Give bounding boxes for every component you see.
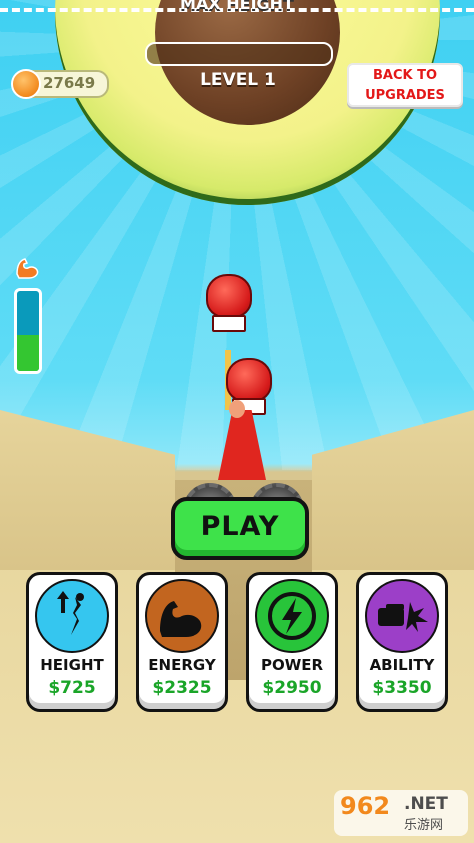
back-to-upgrades-button[interactable]: BACK TO UPGRADES <box>347 63 463 107</box>
play-button[interactable]: PLAY <box>171 497 309 560</box>
level-progress-bar <box>145 42 333 66</box>
site-watermark: 962 .NET 乐游网 <box>334 790 468 836</box>
play-button-label: PLAY <box>200 511 280 542</box>
upgrade-card-power[interactable]: POWER $2950 <box>246 572 338 712</box>
back-button-line-1: BACK TO <box>372 68 438 83</box>
coin-counter: 27649 <box>11 69 109 99</box>
upgrade-title-power: POWER <box>260 656 324 674</box>
upgrade-card-height[interactable]: HEIGHT $725 <box>26 572 118 712</box>
upgrade-title-ability: ABILITY <box>369 656 435 674</box>
height-arrow-icon <box>35 579 109 653</box>
upgrade-price-height: $725 <box>48 678 96 698</box>
coin-count: 27649 <box>43 74 96 92</box>
flexed-arm-icon <box>145 579 219 653</box>
upgrade-price-energy: $2325 <box>152 678 212 698</box>
upgrade-title-energy: ENERGY <box>148 656 216 674</box>
boxing-glove-lower <box>226 358 272 402</box>
energy-fill <box>17 335 39 371</box>
upgrade-price-ability: $3350 <box>372 678 432 698</box>
max-height-label: MAX HEIGHT <box>180 0 294 13</box>
fist-impact-icon <box>365 579 439 653</box>
coin-icon <box>11 69 41 99</box>
glove-cuff-upper <box>212 315 246 332</box>
back-button-line-2: UPGRADES <box>365 88 445 103</box>
lightning-icon <box>255 579 329 653</box>
game-scene: MAX HEIGHT LEVEL 1 27649 BACK TO UPGRADE… <box>0 0 474 843</box>
watermark-suffix: .NET <box>404 794 448 814</box>
level-label: LEVEL 1 <box>200 70 276 90</box>
energy-meter <box>14 288 42 374</box>
upgrade-price-power: $2950 <box>262 678 322 698</box>
watermark-digits: 962 <box>340 792 391 820</box>
flexed-arm-icon <box>13 254 43 280</box>
watermark-subtitle: 乐游网 <box>404 818 444 833</box>
upgrade-card-ability[interactable]: ABILITY $3350 <box>356 572 448 712</box>
upgrade-title-height: HEIGHT <box>40 656 104 674</box>
hero-head <box>229 400 245 418</box>
boxing-glove-upper <box>206 274 252 318</box>
upgrade-card-energy[interactable]: ENERGY $2325 <box>136 572 228 712</box>
